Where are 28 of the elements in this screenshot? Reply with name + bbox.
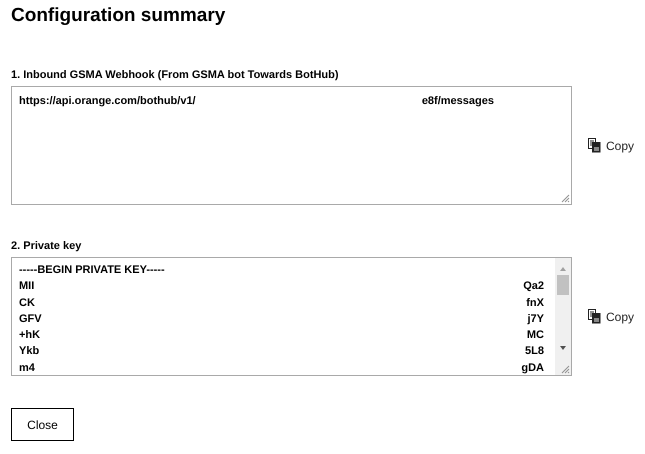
text-line: 5L8 [525,344,544,360]
text-line: j7Y [527,312,544,327]
text-line: m4 [19,360,35,375]
text-line: Ykb [19,344,40,360]
copy-icon [588,309,601,324]
text-area[interactable]: https://api.orange.com/bothub/v1/ e8f/messages [11,86,572,205]
text-line: e8f/messages [422,94,494,109]
text-line: GFV [19,312,42,327]
text-line: fnX [526,296,544,311]
close-button[interactable]: Close [11,408,74,441]
text-line: gDA [521,360,544,375]
copy-icon [588,138,601,153]
dialog-title: Configuration summary [11,4,226,28]
text-line: Qa2 [523,279,544,294]
resize-grip-icon[interactable] [560,365,570,374]
field-label: 1. Inbound GSMA Webhook (From GSMA bot Towards BotHub) [11,68,340,82]
copy-button[interactable]: Copy [588,138,634,153]
text-line: https://api.orange.com/bothub/v1/ [19,94,196,109]
scrollbar[interactable] [554,258,571,375]
field-label: 2. Private key [11,239,82,253]
text-line: MII [19,279,34,294]
text-line: +hK [19,328,40,344]
text-line: MC [526,328,544,344]
text-area[interactable]: -----BEGIN PRIVATE KEY----- MII Qa2 CK fnX GFV j7Y +hK MC Ykb 5L8 m4 gDA [11,257,572,376]
text-line: -----BEGIN PRIVATE KEY----- [19,263,165,278]
resize-grip-icon[interactable] [560,194,570,203]
text-line: CK [19,296,35,311]
copy-button[interactable]: Copy [588,309,634,324]
